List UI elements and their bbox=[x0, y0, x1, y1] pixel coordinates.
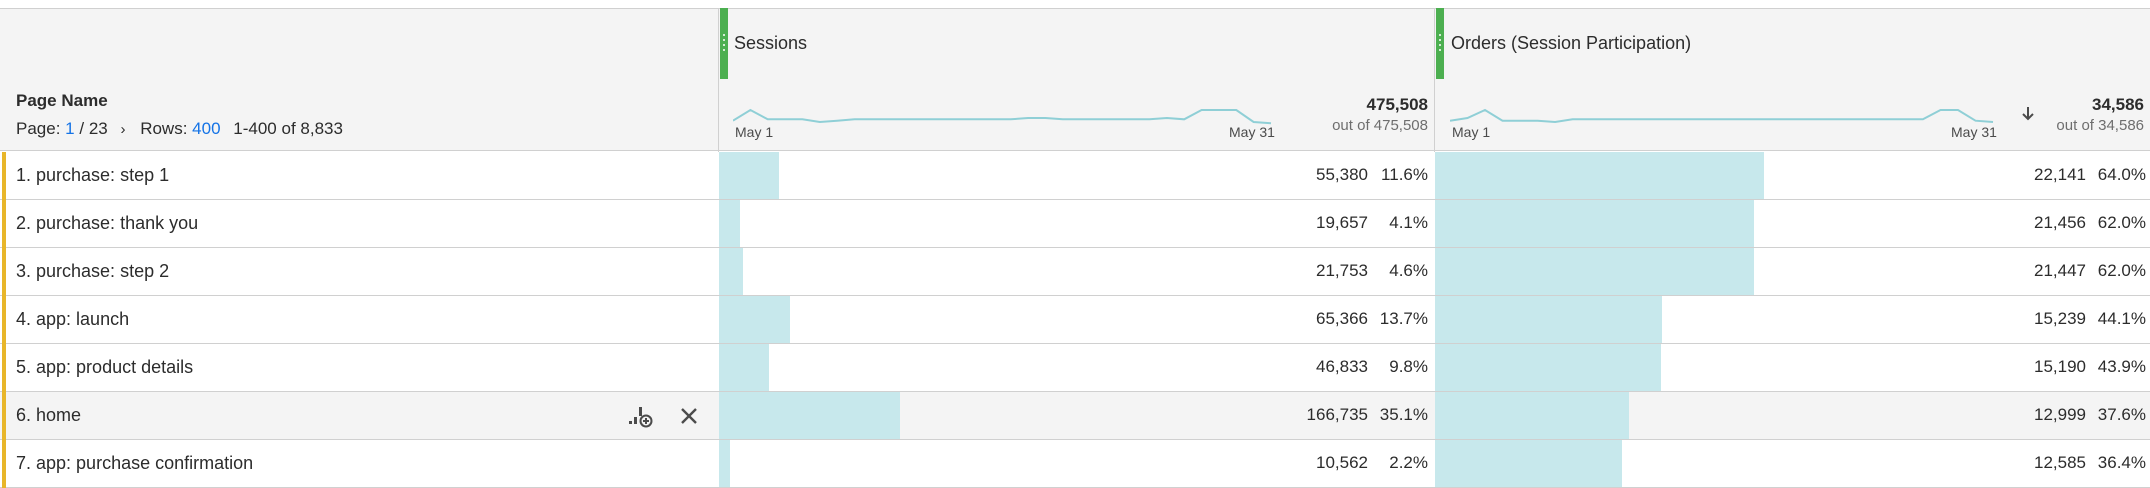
column-header-row bbox=[0, 8, 2150, 81]
breakdown-icon[interactable] bbox=[627, 404, 653, 428]
sessions-value[interactable]: 166,735 bbox=[1200, 405, 1368, 425]
row-label[interactable]: 6. home bbox=[16, 405, 81, 426]
sessions-trend-sparkline bbox=[733, 108, 1272, 125]
orders-value[interactable]: 21,456 bbox=[1920, 213, 2086, 233]
row-selection-stripe bbox=[2, 440, 6, 488]
sessions-bar bbox=[719, 440, 730, 487]
column-title-sessions[interactable]: Sessions bbox=[734, 33, 807, 54]
orders-percent: 64.0% bbox=[2097, 165, 2146, 184]
orders-value[interactable]: 22,141 bbox=[1920, 165, 2086, 185]
column-title-orders[interactable]: Orders (Session Participation) bbox=[1451, 33, 1691, 54]
sessions-percent: 9.8% bbox=[1389, 357, 1428, 376]
orders-bar bbox=[1435, 440, 1622, 487]
row-label[interactable]: 3. purchase: step 2 bbox=[16, 261, 169, 282]
sessions-bar bbox=[719, 344, 769, 391]
orders-value[interactable]: 15,239 bbox=[1920, 309, 2086, 329]
orders-percent: 62.0% bbox=[2097, 261, 2146, 280]
page-total: / 23 bbox=[79, 119, 108, 138]
orders-percent: 37.6% bbox=[2097, 405, 2146, 424]
orders-bar bbox=[1435, 296, 1662, 343]
orders-trend-sparkline bbox=[1450, 108, 1994, 124]
sessions-bar bbox=[719, 248, 743, 295]
orders-bar bbox=[1435, 392, 1629, 439]
orders-value[interactable]: 12,585 bbox=[1920, 453, 2086, 473]
page-current-link[interactable]: 1 bbox=[65, 119, 74, 138]
orders-value[interactable]: 15,190 bbox=[1920, 357, 2086, 377]
orders-value[interactable]: 21,447 bbox=[1920, 261, 2086, 281]
orders-total-out-of: out of 34,586 bbox=[2056, 117, 2144, 134]
row-label[interactable]: 4. app: launch bbox=[16, 309, 129, 330]
sessions-value[interactable]: 55,380 bbox=[1200, 165, 1368, 185]
table-row[interactable]: 7. app: purchase confirmation 10,562 2.2… bbox=[0, 440, 2150, 488]
table-row[interactable]: 2. purchase: thank you 19,657 4.1% 21,45… bbox=[0, 200, 2150, 248]
row-selection-stripe bbox=[2, 344, 6, 392]
freeform-table: Sessions Orders (Session Participation) … bbox=[0, 0, 2150, 488]
row-label[interactable]: 7. app: purchase confirmation bbox=[16, 453, 253, 474]
orders-percent: 62.0% bbox=[2097, 213, 2146, 232]
sessions-trend-start: May 1 bbox=[735, 124, 774, 140]
pagination: Page: 1 / 23 › Rows: 400 1-400 of 8,833 bbox=[16, 119, 343, 139]
table-row[interactable]: 1. purchase: step 1 55,380 11.6% 22,141 … bbox=[0, 152, 2150, 200]
page-label: Page: bbox=[16, 119, 61, 138]
sessions-bar bbox=[719, 152, 779, 199]
sessions-bar bbox=[719, 296, 790, 343]
sessions-bar bbox=[719, 200, 740, 247]
orders-percent: 43.9% bbox=[2097, 357, 2146, 376]
orders-value[interactable]: 12,999 bbox=[1920, 405, 2086, 425]
row-selection-stripe bbox=[2, 152, 6, 200]
sessions-percent: 4.6% bbox=[1389, 261, 1428, 280]
sessions-total: 475,508 bbox=[1366, 95, 1428, 114]
rows-label: Rows: bbox=[140, 119, 188, 138]
row-selection-stripe bbox=[2, 200, 6, 248]
sessions-percent: 4.1% bbox=[1389, 213, 1428, 232]
table-row[interactable]: 3. purchase: step 2 21,753 4.6% 21,447 6… bbox=[0, 248, 2150, 296]
orders-percent: 44.1% bbox=[2097, 309, 2146, 328]
sessions-value[interactable]: 46,833 bbox=[1200, 357, 1368, 377]
sparkline-path bbox=[733, 108, 1272, 125]
close-icon[interactable] bbox=[676, 404, 702, 428]
row-selection-stripe bbox=[2, 392, 6, 440]
row-label[interactable]: 1. purchase: step 1 bbox=[16, 165, 169, 186]
row-label[interactable]: 2. purchase: thank you bbox=[16, 213, 198, 234]
dimension-title[interactable]: Page Name bbox=[16, 91, 108, 111]
row-range: 1-400 of 8,833 bbox=[233, 119, 343, 138]
column-drag-handle-sessions[interactable] bbox=[720, 8, 728, 79]
sessions-bar bbox=[719, 392, 900, 439]
row-selection-stripe bbox=[2, 248, 6, 296]
sessions-total-out-of: out of 475,508 bbox=[1332, 117, 1428, 134]
orders-percent: 36.4% bbox=[2097, 453, 2146, 472]
sessions-percent: 35.1% bbox=[1379, 405, 1428, 424]
sessions-percent: 13.7% bbox=[1379, 309, 1428, 328]
table-row[interactable]: 6. home 166,735 35.1% 12,999 37.6% bbox=[0, 392, 2150, 440]
sessions-percent: 2.2% bbox=[1389, 453, 1428, 472]
orders-bar bbox=[1435, 152, 1764, 199]
orders-bar bbox=[1435, 344, 1661, 391]
orders-total: 34,586 bbox=[2092, 95, 2144, 114]
row-selection-stripe bbox=[2, 296, 6, 344]
orders-trend-start: May 1 bbox=[1452, 124, 1491, 140]
sparkline-path bbox=[1450, 108, 1994, 124]
sessions-value[interactable]: 21,753 bbox=[1200, 261, 1368, 281]
sessions-value[interactable]: 19,657 bbox=[1200, 213, 1368, 233]
next-page-chevron-icon[interactable]: › bbox=[120, 121, 125, 138]
orders-bar bbox=[1435, 248, 1754, 295]
sessions-percent: 11.6% bbox=[1381, 165, 1428, 184]
sessions-value[interactable]: 10,562 bbox=[1200, 453, 1368, 473]
table-row[interactable]: 5. app: product details 46,833 9.8% 15,1… bbox=[0, 344, 2150, 392]
column-drag-handle-orders[interactable] bbox=[1436, 8, 1444, 79]
sessions-value[interactable]: 65,366 bbox=[1200, 309, 1368, 329]
row-label[interactable]: 5. app: product details bbox=[16, 357, 193, 378]
rows-per-page-link[interactable]: 400 bbox=[192, 119, 220, 138]
orders-bar bbox=[1435, 200, 1754, 247]
table-row[interactable]: 4. app: launch 65,366 13.7% 15,239 44.1% bbox=[0, 296, 2150, 344]
